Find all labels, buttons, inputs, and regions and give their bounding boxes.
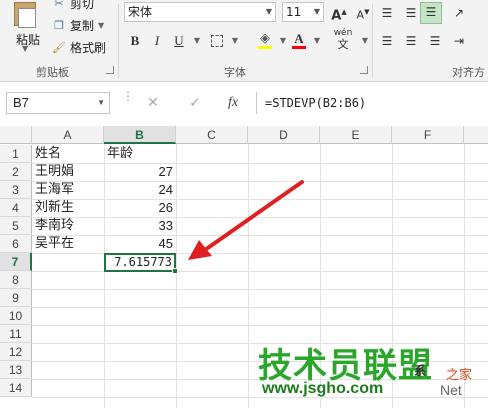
phonetic-button[interactable]: wén 文 <box>330 28 356 50</box>
border-icon <box>211 34 223 47</box>
align-right-icon: ☰ <box>429 34 441 48</box>
close-icon: ✕ <box>147 95 159 111</box>
font-size-box[interactable]: 11 ▼ <box>282 2 324 22</box>
watermark-url: www.jsgho.com <box>262 380 384 397</box>
name-box[interactable]: B7 ▼ <box>6 92 110 114</box>
cut-button[interactable]: ✂ 剪切 <box>52 0 94 12</box>
align-bottom-icon: ☰ <box>425 5 437 19</box>
orientation-icon: ↗ <box>453 6 465 20</box>
formula-input[interactable]: =STDEVP(B2:B6) <box>256 92 488 114</box>
copy-button[interactable]: ❐ 复制 ▼ <box>52 16 104 34</box>
chevron-down-icon: ▼ <box>313 7 320 16</box>
font-color-bar <box>292 46 306 49</box>
font-color-icon: A <box>294 31 304 46</box>
watermark-logo: 系 <box>414 364 427 378</box>
paper-icon <box>18 8 36 28</box>
watermark-home: 之家 <box>446 368 473 383</box>
name-box-value: B7 <box>13 95 29 110</box>
formula-bar-grip-icon[interactable]: ⋮ <box>122 90 134 102</box>
orientation-button[interactable]: ↗ <box>450 4 468 22</box>
italic-button[interactable]: I <box>148 32 166 50</box>
arrow-head <box>188 240 212 260</box>
align-center-icon: ☰ <box>405 34 417 48</box>
group-separator <box>372 4 373 78</box>
copy-label: 复制 <box>70 18 95 33</box>
grow-font-button[interactable]: A▲ <box>330 3 348 23</box>
chevron-down-icon: ▼ <box>98 20 105 30</box>
chevron-down-icon[interactable]: ▼ <box>188 32 206 50</box>
align-top-button[interactable]: ☰ <box>378 4 396 22</box>
align-middle-button[interactable]: ☰ <box>402 4 420 22</box>
watermark-net: Net <box>440 382 462 398</box>
font-color-button[interactable]: A <box>290 30 308 49</box>
paint-bucket-icon: ◈ <box>260 31 270 46</box>
clipboard-group-label: 剪贴板 <box>36 66 69 79</box>
formula-bar: B7 ▼ ⋮ ✕ ✓ fx =STDEVP(B2:B6) <box>0 88 488 116</box>
brush-icon: 🖌 <box>52 40 66 54</box>
group-separator <box>118 4 119 78</box>
format-painter-label: 格式刷 <box>70 40 107 55</box>
align-bottom-button[interactable]: ☰ <box>420 2 442 24</box>
alignment-group-label: 对齐方 <box>452 66 485 79</box>
arrow-shaft <box>200 180 304 254</box>
phonetic-label: wén <box>333 28 353 38</box>
bold-button[interactable]: B <box>126 32 144 50</box>
chevron-down-icon: ▼ <box>22 44 29 53</box>
scissors-icon: ✂ <box>54 0 64 10</box>
chevron-down-icon: ▼ <box>265 7 272 16</box>
align-top-icon: ☰ <box>381 6 393 20</box>
align-left-button[interactable]: ☰ <box>378 32 396 50</box>
shrink-font-button[interactable]: A▼ <box>354 3 372 22</box>
font-group-label: 字体 <box>224 66 246 79</box>
fill-color-button[interactable]: ◈ <box>256 30 274 49</box>
indent-icon: ⇥ <box>453 34 465 48</box>
copy-icon: ❐ <box>54 18 64 32</box>
align-right-button[interactable]: ☰ <box>426 32 444 50</box>
paste-button[interactable]: 粘贴 ▼ <box>8 0 48 56</box>
font-launcher-icon[interactable] <box>360 66 368 74</box>
enter-button[interactable]: ✓ <box>182 92 208 114</box>
indent-button[interactable]: ⇥ <box>450 32 468 50</box>
check-icon: ✓ <box>189 95 201 111</box>
fill-color-bar <box>258 46 272 49</box>
chevron-down-icon: ▼ <box>97 98 105 107</box>
phonetic-char-icon: 文 <box>337 38 349 51</box>
cancel-button[interactable]: ✕ <box>140 92 166 114</box>
align-center-button[interactable]: ☰ <box>402 32 420 50</box>
align-middle-icon: ☰ <box>405 6 417 20</box>
underline-button[interactable]: U <box>170 32 188 50</box>
font-size-value: 11 <box>286 5 302 19</box>
ribbon: 粘贴 ▼ ✂ 剪切 ❐ 复制 ▼ 🖌 格式刷 剪贴板 宋体 ▼ 11 ▼ A▲ … <box>0 0 488 82</box>
align-left-icon: ☰ <box>381 34 393 48</box>
cut-label: 剪切 <box>70 0 95 11</box>
insert-function-button[interactable]: fx <box>220 92 246 114</box>
border-button[interactable] <box>208 32 226 50</box>
chevron-down-icon[interactable]: ▼ <box>308 32 326 50</box>
chevron-down-icon[interactable]: ▼ <box>226 32 244 50</box>
font-name-box[interactable]: 宋体 ▼ <box>124 2 276 22</box>
format-painter-button[interactable]: 🖌 格式刷 <box>52 38 106 56</box>
clipboard-launcher-icon[interactable] <box>106 66 114 74</box>
font-name-value: 宋体 <box>128 5 153 19</box>
